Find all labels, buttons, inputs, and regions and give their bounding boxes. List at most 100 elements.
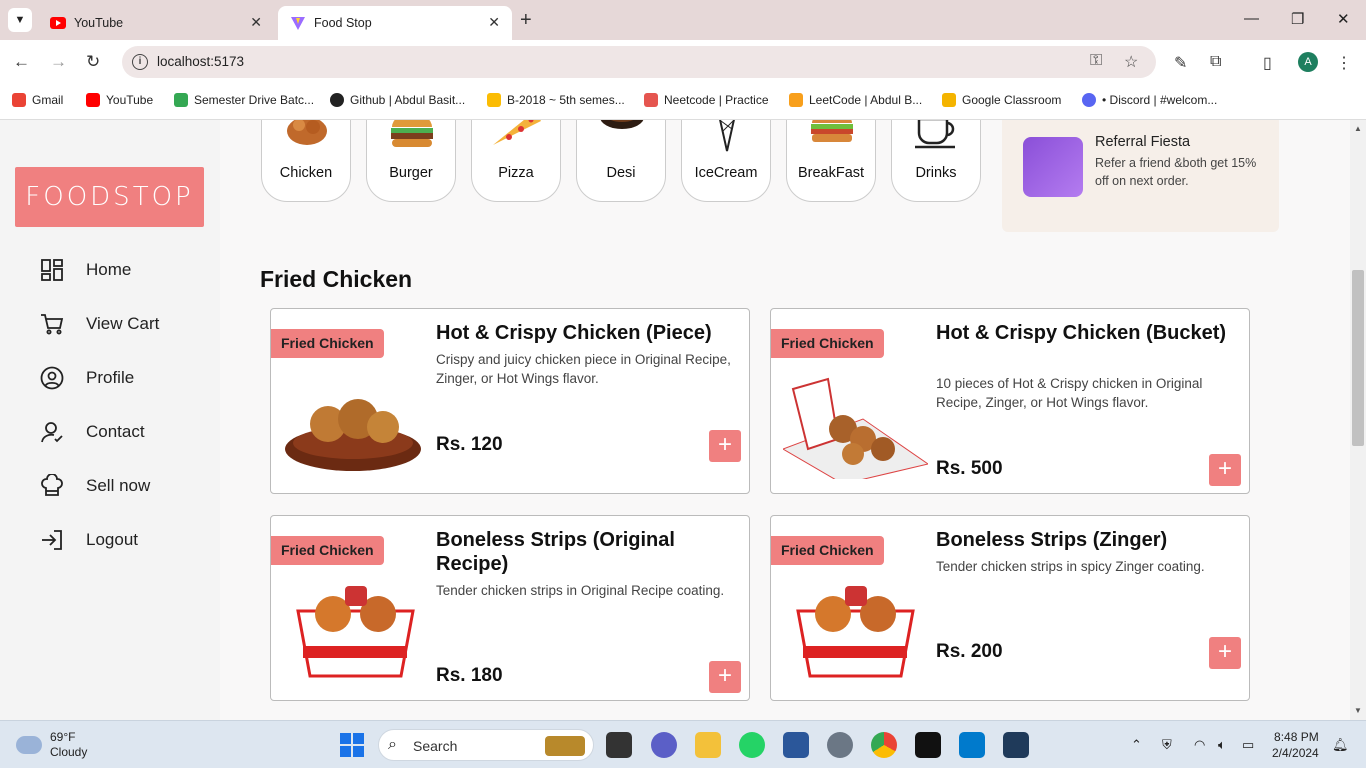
address-bar[interactable]: i localhost:5173 ⚿ ☆ (122, 46, 1156, 78)
bookmark-star-icon[interactable]: ☆ (1124, 52, 1138, 72)
category-pizza[interactable]: Pizza (471, 120, 561, 202)
logout-icon (40, 528, 64, 552)
url-text[interactable]: localhost:5173 (157, 54, 244, 69)
weather-desc: Cloudy (50, 745, 88, 759)
page-scrollbar[interactable]: ▲ ▼ (1350, 120, 1366, 720)
bookmark-neetcode[interactable]: Neetcode | Practice (644, 93, 769, 107)
battery-icon[interactable]: ▭ (1242, 737, 1254, 753)
add-to-cart-button[interactable]: + (709, 430, 741, 462)
product-card[interactable]: Fried Chicken Boneless Strips (Original … (270, 515, 750, 701)
product-card[interactable]: Fried Chicken Hot & Crispy Chicken (Buck… (770, 308, 1250, 494)
bookmark-github[interactable]: Github | Abdul Basit... (330, 93, 465, 107)
category-burger[interactable]: Burger (366, 120, 456, 202)
sidebar-item-profile[interactable]: Profile (40, 366, 134, 390)
chicken-plate-image (285, 399, 421, 471)
product-card[interactable]: Fried Chicken Hot & Crispy Chicken (Piec… (270, 308, 750, 494)
github-icon (330, 93, 344, 107)
menu-kebab-icon[interactable]: ⋮ (1336, 53, 1352, 73)
scroll-down-icon[interactable]: ▼ (1354, 706, 1362, 715)
taskbar-search[interactable]: ⌕ Search (378, 729, 594, 761)
add-to-cart-button[interactable]: + (1209, 454, 1241, 486)
whatsapp-icon[interactable] (739, 732, 765, 758)
word-icon[interactable] (783, 732, 809, 758)
sidebar-item-home[interactable]: Home (40, 258, 131, 282)
category-chicken[interactable]: Chicken (261, 120, 351, 202)
sidebar-item-label: Profile (86, 368, 135, 387)
bookmark-semester-drive[interactable]: Semester Drive Batc... (174, 93, 314, 107)
pycharm-icon[interactable] (915, 732, 941, 758)
sidebar-item-logout[interactable]: Logout (40, 528, 138, 552)
discord-icon (1082, 93, 1096, 107)
tab-youtube[interactable]: YouTube ✕ (38, 6, 274, 40)
file-explorer-icon[interactable] (695, 732, 721, 758)
category-drinks[interactable]: Drinks (891, 120, 981, 202)
sidebar-item-sell-now[interactable]: Sell now (40, 474, 150, 498)
icecream-image (719, 120, 735, 152)
restore-icon[interactable]: ❐ (1291, 10, 1304, 28)
category-badge: Fried Chicken (271, 536, 384, 565)
minimize-icon[interactable]: — (1244, 10, 1259, 27)
vscode-icon[interactable] (959, 732, 985, 758)
close-tab-icon[interactable]: ✕ (250, 14, 262, 31)
contact-icon (40, 420, 64, 444)
forward-icon[interactable]: → (50, 52, 67, 72)
product-card[interactable]: Fried Chicken Boneless Strips (Zinger) T… (770, 515, 1250, 701)
new-tab-icon[interactable]: + (520, 9, 532, 32)
scroll-thumb[interactable] (1352, 270, 1364, 446)
volume-icon[interactable]: 🔈︎ (1218, 737, 1226, 753)
weather-widget[interactable]: 69°F Cloudy (16, 730, 87, 760)
sidebar-item-contact[interactable]: Contact (40, 420, 145, 444)
security-icon[interactable]: ⛨ (1162, 737, 1172, 753)
bookmark-gmail[interactable]: Gmail (12, 93, 63, 107)
notification-bell-icon[interactable]: 🔔︎ (1332, 737, 1349, 753)
category-breakfast[interactable]: BreakFast (786, 120, 876, 202)
category-icecream[interactable]: IceCream (681, 120, 771, 202)
back-icon[interactable]: ← (13, 52, 30, 72)
tab-search-button[interactable]: ▼ (8, 8, 32, 32)
task-view-icon[interactable] (606, 732, 632, 758)
bookmark-google-classroom[interactable]: Google Classroom (942, 93, 1061, 107)
chef-hat-icon (40, 474, 64, 498)
category-desi[interactable]: Desi (576, 120, 666, 202)
extension-pen-icon[interactable]: ✎ (1174, 53, 1187, 73)
bookmark-youtube[interactable]: YouTube (86, 93, 153, 107)
chevron-up-icon[interactable]: ⌃ (1131, 737, 1142, 753)
sidebar-item-view-cart[interactable]: View Cart (40, 312, 159, 336)
profile-avatar[interactable]: A (1298, 52, 1318, 72)
product-description: Crispy and juicy chicken piece in Origin… (436, 352, 731, 386)
side-panel-icon[interactable]: ▯ (1263, 53, 1272, 73)
gift-wallet-icon (1023, 137, 1083, 197)
youtube-icon (50, 15, 66, 31)
wifi-icon[interactable]: ◠ (1194, 737, 1205, 753)
bookmark-b2018[interactable]: B-2018 ~ 5th semes... (487, 93, 625, 107)
teams-chat-icon[interactable] (651, 732, 677, 758)
scroll-up-icon[interactable]: ▲ (1354, 124, 1362, 133)
system-clock[interactable]: 8:48 PM 2/4/2024 (1272, 729, 1319, 761)
app-icon[interactable] (1003, 732, 1029, 758)
category-label: Drinks (915, 165, 957, 181)
bookmarks-bar: Gmail YouTube Semester Drive Batc... Git… (0, 86, 1366, 120)
add-to-cart-button[interactable]: + (709, 661, 741, 693)
tab-food-stop[interactable]: Food Stop ✕ (278, 6, 512, 40)
settings-gear-icon[interactable] (827, 732, 853, 758)
site-info-icon[interactable]: i (132, 54, 148, 70)
bookmark-discord[interactable]: • Discord | #welcom... (1082, 93, 1217, 107)
chrome-icon[interactable] (871, 732, 897, 758)
browser-toolbar: ← → ↻ i localhost:5173 ⚿ ☆ ✎ ⧉ ▯ A ⋮ (0, 40, 1366, 86)
sidebar-item-label: Logout (86, 530, 138, 549)
vite-icon (290, 15, 306, 31)
referral-banner[interactable]: Referral Fiesta Refer a friend &both get… (1002, 120, 1279, 232)
bookmark-leetcode[interactable]: LeetCode | Abdul B... (789, 93, 922, 107)
product-price: Rs. 120 (436, 434, 503, 455)
close-window-icon[interactable]: ✕ (1337, 10, 1350, 28)
key-icon[interactable]: ⚿ (1090, 52, 1102, 70)
reload-icon[interactable]: ↻ (86, 52, 100, 72)
sidebar: FOODSTOP Home View Cart Profile Contact … (0, 120, 220, 720)
extensions-puzzle-icon[interactable]: ⧉ (1210, 53, 1221, 71)
close-tab-icon[interactable]: ✕ (488, 14, 500, 31)
foodstop-logo[interactable]: FOODSTOP (15, 167, 204, 227)
burger-image (391, 120, 433, 147)
search-highlight-icon (545, 736, 585, 756)
windows-start-icon[interactable] (339, 732, 365, 758)
add-to-cart-button[interactable]: + (1209, 637, 1241, 669)
